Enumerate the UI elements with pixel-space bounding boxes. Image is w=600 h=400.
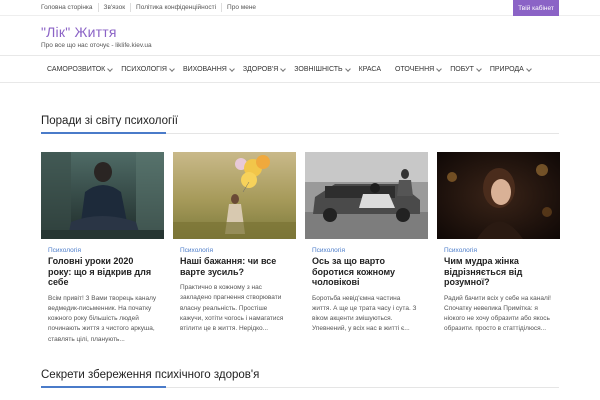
article-title[interactable]: Чим мудра жінка відрізняється від розумн… [444,256,553,288]
nav-label: ЗОВНІШНІСТЬ [294,66,343,73]
article-category[interactable]: Психологія [48,247,157,254]
nav-label: ОТОЧЕННЯ [395,66,435,73]
nav-item-household[interactable]: ПОБУТ [450,65,482,73]
chevron-down-icon [436,65,443,72]
nav-label: ВИХОВАННЯ [182,66,227,73]
article-card[interactable]: Психологія Наші бажання: чи все варте зу… [173,152,296,347]
top-link-about[interactable]: Про мене [221,3,261,12]
nav-item-appearance[interactable]: ЗОВНІШНІСТЬ [294,65,351,73]
article-card[interactable]: Психологія Чим мудра жінка відрізняється… [437,152,560,347]
section-title-psychology-tips: Поради зі світу психології [41,115,178,127]
article-image[interactable] [173,152,296,239]
nav-label: ЗДОРОВ'Я [242,66,279,73]
article-card[interactable]: Психологія Ось за що варто боротися кожн… [305,152,428,347]
nav-label: КРАСА [358,66,382,73]
site-tagline: Про все що нас оточує - liklife.kiev.ua [41,42,152,49]
nav-label: ПОБУТ [450,66,474,73]
chevron-down-icon [169,65,175,72]
article-excerpt: Всім привіт! З Вами творець каналу ведме… [48,294,157,343]
chevron-down-icon [107,65,114,72]
article-excerpt: Боротьба невід'ємна частина життя. А ще … [312,294,417,333]
top-link-home[interactable]: Головна сторінка [41,3,98,12]
top-link-contact[interactable]: Зв'язок [97,3,131,12]
site-logo[interactable]: "Лік" Життя [41,24,152,40]
nav-item-environment[interactable]: ОТОЧЕННЯ [395,65,443,73]
chevron-down-icon [280,65,287,72]
nav-item-health[interactable]: ЗДОРОВ'Я [242,65,287,73]
nav-item-upbringing[interactable]: ВИХОВАННЯ [182,65,235,73]
article-excerpt: Радий бачити всіх у себе на каналі!Споча… [444,294,551,333]
chevron-down-icon [344,65,351,72]
top-bar: Головна сторінка Зв'язок Політика конфід… [0,0,600,16]
cabinet-button[interactable]: Твій кабінет [513,0,559,16]
nav-item-self-development[interactable]: САМОРОЗВИТОК [47,65,114,73]
section-divider [41,132,559,134]
top-links: Головна сторінка Зв'язок Політика конфід… [41,3,261,12]
nav-item-nature[interactable]: ПРИРОДА [489,65,532,73]
main-navigation: САМОРОЗВИТОК ПСИХОЛОГІЯ ВИХОВАННЯ ЗДОРОВ… [0,55,600,83]
nav-item-beauty[interactable]: КРАСА [359,66,381,73]
article-category[interactable]: Психологія [180,247,289,254]
top-link-privacy[interactable]: Політика конфіденційності [130,3,221,12]
article-image[interactable] [305,152,428,239]
chevron-down-icon [228,65,235,72]
nav-label: САМОРОЗВИТОК [47,66,106,73]
nav-label: ПРИРОДА [489,66,524,73]
section-title-mental-health: Секрети збереження психічного здоров'я [41,369,260,381]
nav-label: ПСИХОЛОГІЯ [121,66,167,73]
chevron-down-icon [525,65,532,72]
site-branding: "Лік" Життя Про все що нас оточує - likl… [41,24,152,49]
article-excerpt: Практично в кожному з нас закладено праг… [180,284,284,333]
article-image[interactable] [41,152,164,239]
article-title[interactable]: Наші бажання: чи все варте зусиль? [180,256,289,277]
article-card[interactable]: Психологія Головні уроки 2020 року: що я… [41,152,164,347]
article-category[interactable]: Психологія [444,247,553,254]
nav-item-psychology[interactable]: ПСИХОЛОГІЯ [121,65,175,73]
article-title[interactable]: Ось за що варто боротися кожному чоловік… [312,256,421,288]
article-category[interactable]: Психологія [312,247,421,254]
article-title[interactable]: Головні уроки 2020 року: що я відкрив дл… [48,256,157,288]
article-image[interactable] [437,152,560,239]
chevron-down-icon [476,65,482,72]
section-divider [41,386,559,388]
